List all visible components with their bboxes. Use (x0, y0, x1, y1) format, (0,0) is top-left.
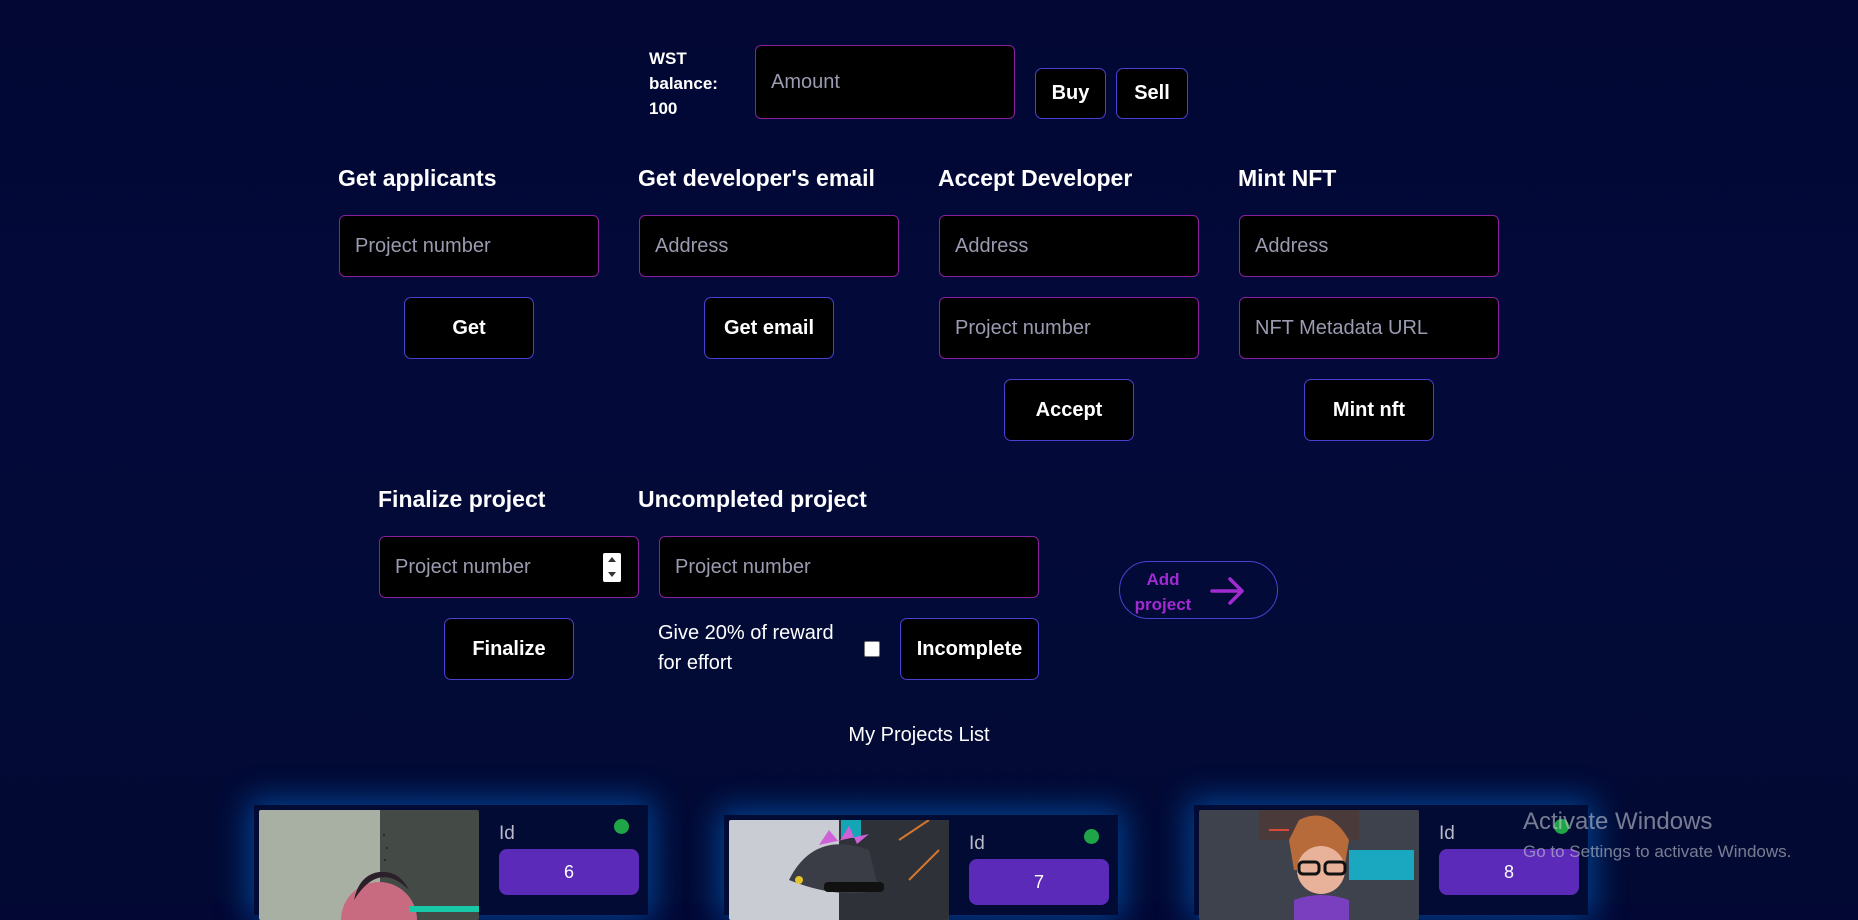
incomplete-button[interactable]: Incomplete (900, 618, 1039, 680)
project-id-badge: 7 (969, 859, 1109, 905)
accept-developer-title: Accept Developer (938, 165, 1133, 191)
portrait-illustration (341, 834, 479, 920)
get-applicants-title: Get applicants (338, 165, 497, 191)
add-project-button[interactable]: Add project (1119, 561, 1278, 619)
portrait-illustration (789, 820, 949, 920)
project-avatar-image (729, 820, 949, 920)
reward-checkbox-label: Give 20% of reward for effort (658, 622, 834, 674)
get-email-title: Get developer's email (638, 165, 875, 191)
chevron-up-icon[interactable] (608, 557, 616, 562)
accept-address-input[interactable] (939, 215, 1199, 277)
mint-address-input[interactable] (1239, 215, 1499, 277)
add-project-label: Add project (1134, 570, 1192, 614)
project-avatar-image (1199, 810, 1419, 920)
buy-button[interactable]: Buy (1035, 68, 1106, 119)
status-dot (614, 819, 629, 834)
project-avatar-image (259, 810, 479, 920)
balance-label: WST balance: 100 (649, 46, 729, 121)
finalize-button[interactable]: Finalize (444, 618, 574, 680)
chevron-down-icon[interactable] (608, 572, 616, 577)
amount-input[interactable] (755, 45, 1015, 119)
mint-nft-title: Mint NFT (1238, 165, 1337, 191)
finalize-project-number-field (379, 536, 639, 598)
nft-metadata-url-input[interactable] (1239, 297, 1499, 359)
status-dot (1084, 829, 1099, 844)
balance-label-text: WST balance: (649, 49, 718, 93)
applicants-project-number-input[interactable] (339, 215, 599, 277)
projects-list-title: My Projects List (848, 724, 990, 746)
finalize-project-title: Finalize project (378, 486, 546, 512)
number-stepper[interactable] (603, 553, 621, 582)
activate-windows-title: Activate Windows (1523, 808, 1713, 835)
project-id-label: Id (969, 833, 985, 854)
project-id-badge: 6 (499, 849, 639, 895)
arrow-right-icon (1210, 577, 1244, 605)
finalize-project-number-input[interactable] (379, 536, 639, 598)
accept-button[interactable]: Accept (1004, 379, 1134, 441)
email-address-input[interactable] (639, 215, 899, 277)
activate-windows-subtitle: Go to Settings to activate Windows. (1523, 842, 1792, 861)
balance-value: 100 (649, 99, 678, 118)
sell-button[interactable]: Sell (1116, 68, 1188, 119)
uncompleted-project-number-input[interactable] (659, 536, 1039, 598)
reward-checkbox[interactable] (864, 641, 880, 657)
mint-nft-button[interactable]: Mint nft (1304, 379, 1434, 441)
get-button[interactable]: Get (404, 297, 534, 359)
get-email-button[interactable]: Get email (704, 297, 834, 359)
project-id-label: Id (1439, 823, 1455, 844)
project-card[interactable]: Id 6 (254, 805, 648, 920)
project-card[interactable]: Id 7 (724, 815, 1118, 920)
accept-project-number-input[interactable] (939, 297, 1199, 359)
project-id-label: Id (499, 823, 515, 844)
uncompleted-project-title: Uncompleted project (638, 486, 867, 512)
portrait-illustration (1259, 810, 1414, 920)
